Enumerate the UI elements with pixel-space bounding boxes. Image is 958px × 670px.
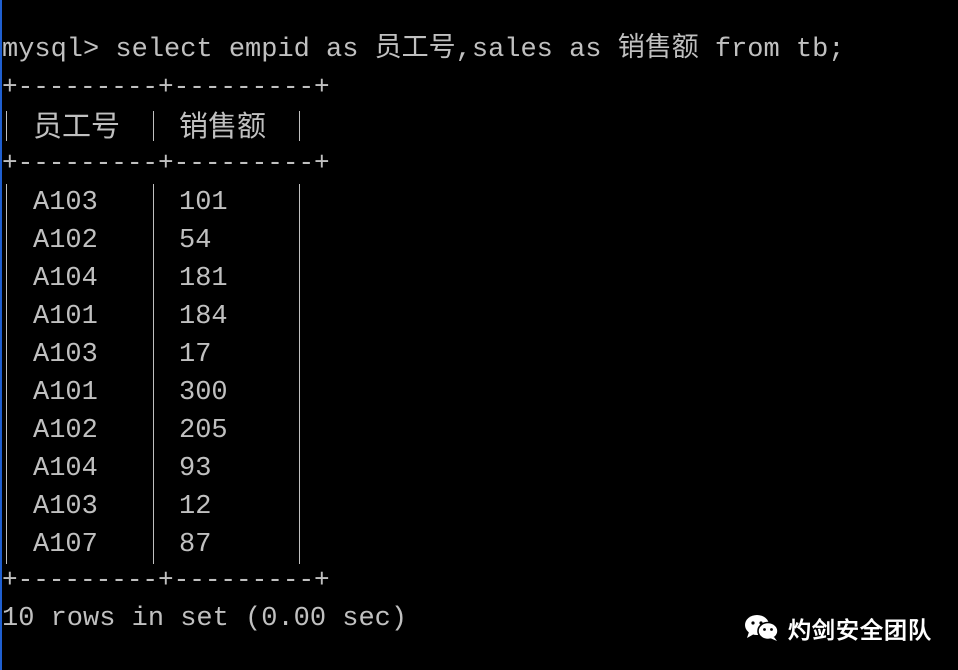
cell-sales: 181 (179, 264, 228, 294)
cell-empid: A101 (33, 302, 98, 332)
cell-empid: A103 (33, 340, 98, 370)
terminal-window[interactable]: mysql> select empid as 员工号,sales as 销售额 … (0, 0, 958, 670)
cell-sales: 184 (179, 302, 228, 332)
table-separator (299, 184, 300, 564)
cell-sales: 300 (179, 378, 228, 408)
cell-sales: 54 (179, 226, 212, 256)
table-separator (6, 184, 7, 564)
cell-sales: 12 (179, 492, 212, 522)
cell-empid: A102 (33, 416, 98, 446)
table-separator (6, 111, 7, 141)
cell-empid: A103 (33, 188, 98, 218)
watermark-text: 灼剑安全团队 (788, 618, 932, 644)
table-separator (153, 111, 154, 141)
cell-empid: A104 (33, 264, 98, 294)
table-separator (153, 184, 154, 564)
cell-empid: A101 (33, 378, 98, 408)
table-separator (299, 111, 300, 141)
watermark: 灼剑安全团队 (744, 610, 932, 646)
cell-sales: 101 (179, 188, 228, 218)
cell-empid: A104 (33, 454, 98, 484)
column-header-sales: 销售额 (179, 109, 267, 143)
command-line: mysql> select empid as 员工号,sales as 销售额 … (2, 31, 845, 69)
mysql-prompt: mysql> (2, 35, 116, 65)
column-header-empid: 员工号 (33, 109, 121, 143)
cell-sales: 87 (179, 530, 212, 560)
table-border-header: +---------+---------+ (2, 148, 330, 178)
table-border-top: +---------+---------+ (2, 72, 330, 102)
wechat-icon (745, 615, 779, 641)
sql-command: select empid as 员工号,sales as 销售额 from tb… (115, 35, 845, 65)
cell-sales: 205 (179, 416, 228, 446)
cell-sales: 93 (179, 454, 212, 484)
cell-empid: A103 (33, 492, 98, 522)
result-summary: 10 rows in set (0.00 sec) (2, 604, 408, 634)
cell-sales: 17 (179, 340, 212, 370)
table-border-bottom: +---------+---------+ (2, 565, 330, 595)
cell-empid: A102 (33, 226, 98, 256)
cell-empid: A107 (33, 530, 98, 560)
